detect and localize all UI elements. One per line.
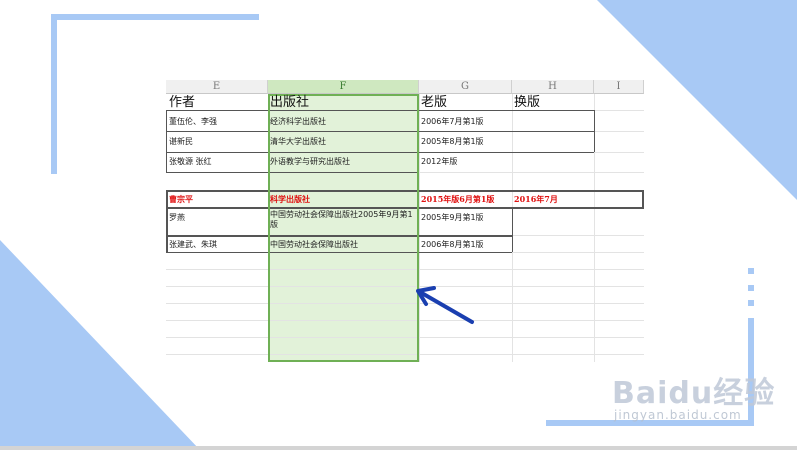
cell-publisher[interactable]: 中国劳动社会保障出版社 <box>270 240 358 250</box>
cell-author[interactable]: 董伍伦、李强 <box>169 117 217 127</box>
cell-publisher[interactable]: 经济科学出版社 <box>270 117 326 127</box>
column-header-g[interactable]: G <box>419 80 512 94</box>
cell-new-edition-highlighted[interactable]: 2016年7月 <box>514 194 558 204</box>
bottom-edge <box>0 446 797 450</box>
watermark-url: jingyan.baidu.com <box>614 408 742 422</box>
cell-old-edition[interactable]: 2012年版 <box>421 157 457 167</box>
decor-bar <box>51 14 259 20</box>
column-header-f[interactable]: F <box>268 80 419 94</box>
cell-old-edition[interactable]: 2005年9月第1版 <box>421 213 484 223</box>
watermark-brand: Baidu经验 <box>612 376 776 411</box>
cell-author[interactable]: 谌新民 <box>169 137 193 147</box>
cell-old-edition[interactable]: 2006年8月第1版 <box>421 240 484 250</box>
spreadsheet[interactable]: E F G H I 作者 出版社 老版 换版 董伍伦、李强 经济科学出版社 20… <box>166 80 644 362</box>
table-border <box>512 207 513 252</box>
cell-old-edition-highlighted[interactable]: 2015年版6月第1版 <box>421 194 494 204</box>
cell-publisher[interactable]: 中国劳动社会保障出版社2005年9月第1版 <box>270 210 416 230</box>
cell-author[interactable]: 张敬源 张红 <box>169 157 212 167</box>
cell-header-author[interactable]: 作者 <box>169 95 195 111</box>
cell-old-edition[interactable]: 2005年8月第1版 <box>421 137 484 147</box>
table-border <box>166 110 167 172</box>
cell-author[interactable]: 罗燕 <box>169 213 185 223</box>
cell-publisher[interactable]: 外语教学与研究出版社 <box>270 157 350 167</box>
table-border <box>642 190 644 209</box>
cell-author[interactable]: 张建武、朱琪 <box>169 240 217 250</box>
decor-dot <box>748 300 754 306</box>
cell-header-new-edition[interactable]: 换版 <box>514 95 540 111</box>
column-header-e[interactable]: E <box>166 80 268 94</box>
cell-header-publisher[interactable]: 出版社 <box>270 95 309 111</box>
cell-publisher[interactable]: 清华大学出版社 <box>270 137 326 147</box>
table-border <box>166 190 168 253</box>
watermark: Baidu经验 jingyan.baidu.com <box>612 368 787 430</box>
column-header-h[interactable]: H <box>512 80 594 94</box>
column-header-i[interactable]: I <box>594 80 644 94</box>
decor-dot <box>748 268 754 274</box>
cell-publisher-highlighted[interactable]: 科学出版社 <box>270 194 310 204</box>
decor-dot <box>748 285 754 291</box>
table-border <box>594 110 595 152</box>
cell-header-old-edition[interactable]: 老版 <box>421 95 447 111</box>
decor-dot <box>51 135 57 141</box>
decor-dot <box>51 150 57 156</box>
pointer-arrow-icon <box>416 286 474 324</box>
cell-author-highlighted[interactable]: 曹宗平 <box>169 194 193 204</box>
cell-old-edition[interactable]: 2006年7月第1版 <box>421 117 484 127</box>
